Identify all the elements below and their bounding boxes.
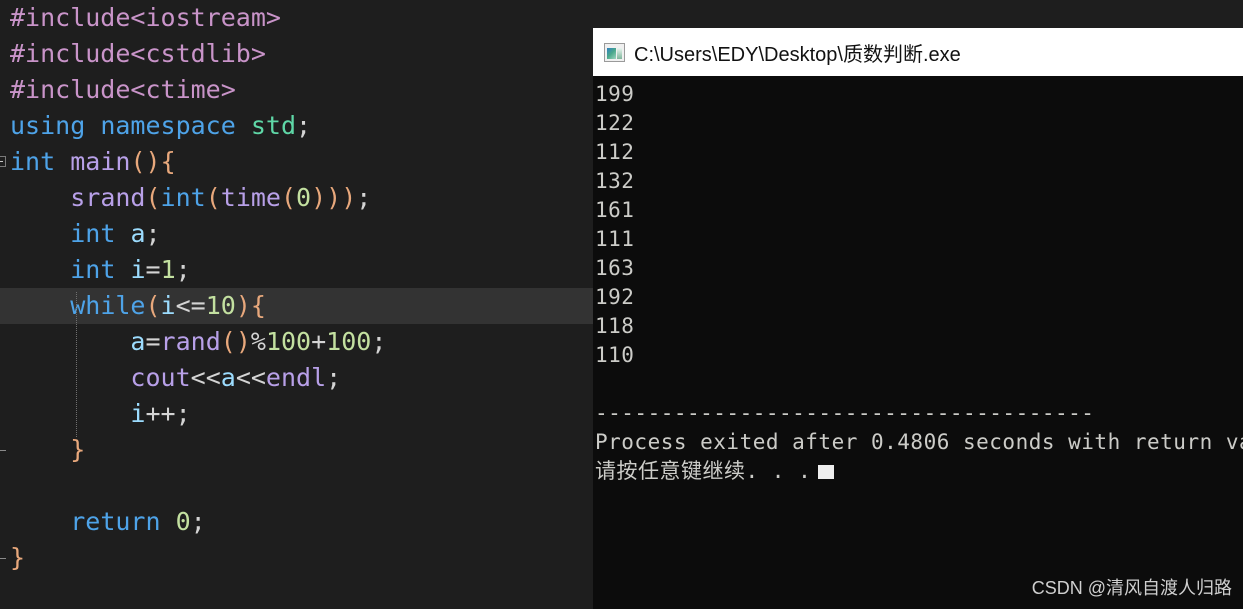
console-output-number: 192 [595, 285, 635, 309]
code-line-text: int i=1; [70, 255, 191, 284]
console-separator-line: -------------------------------------- [595, 401, 1095, 425]
code-line-text: #include<iostream> [10, 3, 281, 32]
console-title-text: C:\Users\EDY\Desktop\质数判断.exe [634, 43, 961, 66]
console-output-area[interactable]: 199 122 112 132 161 111 163 192 118 110 ---------… [593, 76, 1243, 609]
code-line[interactable]: return 0; [0, 504, 593, 540]
code-line-text: return 0; [70, 507, 206, 536]
console-output-number: 161 [595, 198, 635, 222]
code-line-text: #include<ctime> [10, 75, 236, 104]
code-line-text: int a; [70, 219, 161, 248]
code-line[interactable]: #include<iostream> [0, 0, 593, 36]
console-output-number: 122 [595, 111, 635, 135]
code-line-text: a=rand()%100+100; [130, 327, 387, 356]
code-line[interactable]: int i=1; [0, 252, 593, 288]
code-line[interactable]: a=rand()%100+100; [0, 324, 593, 360]
code-line-text: } [10, 543, 26, 572]
code-line-text: cout<<a<<endl; [130, 363, 342, 392]
console-output-number: 199 [595, 82, 635, 106]
code-line-text: while(i<=10){ [70, 291, 266, 320]
indent-guide-inner-block [76, 292, 77, 437]
console-exit-message: Process exited after 0.4806 seconds with… [595, 430, 1243, 454]
code-line[interactable]: int main(){ [0, 144, 593, 180]
code-line[interactable] [0, 468, 593, 504]
code-line[interactable]: i++; [0, 396, 593, 432]
csdn-watermark: CSDN @清风自渡人归路 [1031, 578, 1232, 598]
code-line-text: } [70, 435, 86, 464]
console-titlebar[interactable]: C:\Users\EDY\Desktop\质数判断.exe [593, 28, 1243, 76]
code-line[interactable]: } [0, 432, 593, 468]
code-line-text: int main(){ [10, 147, 176, 176]
console-output-number: 163 [595, 256, 635, 280]
console-output-number: 111 [595, 227, 635, 251]
code-line[interactable]: #include<ctime> [0, 72, 593, 108]
console-output-number: 132 [595, 169, 635, 193]
code-line[interactable]: cout<<a<<endl; [0, 360, 593, 396]
console-window-icon [604, 42, 625, 62]
code-line-text: srand(int(time(0))); [70, 183, 372, 212]
console-cursor-block [818, 465, 835, 479]
code-line[interactable]: srand(int(time(0))); [0, 180, 593, 216]
code-line-text: using namespace std; [10, 111, 312, 140]
console-output-number: 110 [595, 343, 635, 367]
code-line[interactable]: #include<cstdlib> [0, 36, 593, 72]
console-number-list: 199 122 112 132 161 111 163 192 118 110 [593, 80, 1243, 370]
code-line[interactable]: using namespace std; [0, 108, 593, 144]
code-lines-container[interactable]: #include<iostream> #include<cstdlib> #incl… [0, 0, 593, 576]
code-editor[interactable]: #include<iostream> #include<cstdlib> #incl… [0, 0, 593, 609]
console-output-number: 118 [595, 314, 635, 338]
console-output-number: 112 [595, 140, 635, 164]
console-prompt-line: 请按任意键继续. . . [593, 457, 1243, 486]
code-line-text: i++; [130, 399, 191, 428]
console-window[interactable]: C:\Users\EDY\Desktop\质数判断.exe 199 122 112 1… [593, 28, 1243, 609]
code-line[interactable]: while(i<=10){ [0, 288, 593, 324]
code-line-text: #include<cstdlib> [10, 39, 266, 68]
console-prompt-text: 请按任意键继续. . . [595, 459, 812, 483]
code-line[interactable]: int a; [0, 216, 593, 252]
code-line[interactable]: } [0, 540, 593, 576]
